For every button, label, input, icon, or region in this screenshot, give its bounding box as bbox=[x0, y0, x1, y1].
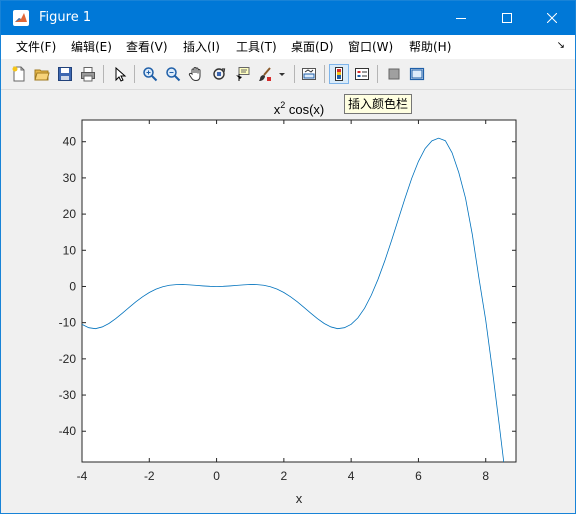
menu-file[interactable]: 文件(F) bbox=[16, 39, 56, 55]
pan-icon[interactable] bbox=[186, 64, 206, 84]
x-tick-label: -2 bbox=[144, 469, 155, 483]
zoom-in-icon[interactable] bbox=[140, 64, 160, 84]
close-button[interactable] bbox=[529, 1, 575, 35]
maximize-button[interactable] bbox=[484, 1, 530, 35]
menu-window[interactable]: 窗口(W) bbox=[348, 39, 393, 55]
brush-icon[interactable] bbox=[255, 64, 275, 84]
menu-view[interactable]: 查看(V) bbox=[126, 39, 168, 55]
title-bar[interactable]: Figure 1 bbox=[1, 1, 575, 35]
open-file-icon[interactable] bbox=[32, 64, 52, 84]
menu-desktop[interactable]: 桌面(D) bbox=[291, 39, 334, 55]
data-cursor-icon[interactable] bbox=[232, 64, 252, 84]
matlab-logo-icon bbox=[13, 10, 29, 26]
zoom-out-icon[interactable] bbox=[163, 64, 183, 84]
x-tick-label: 6 bbox=[415, 469, 422, 483]
menu-tools[interactable]: 工具(T) bbox=[236, 39, 277, 55]
save-icon[interactable] bbox=[55, 64, 75, 84]
x-tick-label: 8 bbox=[482, 469, 489, 483]
y-tick-label: 40 bbox=[63, 135, 77, 149]
y-tick-labels: 40 30 20 10 0 -10 -20 -30 -40 bbox=[59, 135, 77, 439]
pointer-icon[interactable] bbox=[109, 64, 129, 84]
hide-plot-tools-icon[interactable] bbox=[384, 64, 404, 84]
y-tick-label: 20 bbox=[63, 207, 77, 221]
menu-overflow-icon[interactable]: ↘ bbox=[557, 40, 565, 51]
toolbar bbox=[1, 59, 575, 90]
y-tick-label: -20 bbox=[59, 352, 77, 366]
x-tick-labels: -4 -2 0 2 4 6 8 bbox=[77, 469, 490, 483]
minimize-button[interactable] bbox=[438, 1, 484, 35]
menu-bar: 文件(F) 编辑(E) 查看(V) 插入(I) 工具(T) 桌面(D) 窗口(W… bbox=[1, 35, 575, 59]
insert-legend-icon[interactable] bbox=[352, 64, 372, 84]
y-tick-label: -30 bbox=[59, 388, 77, 402]
x-tick-label: 2 bbox=[281, 469, 288, 483]
menu-insert[interactable]: 插入(I) bbox=[183, 39, 220, 55]
y-tick-label: 0 bbox=[69, 279, 76, 293]
x-axis-label: x bbox=[296, 491, 303, 506]
x-tick-label: 4 bbox=[348, 469, 355, 483]
figure-window: Figure 1 文件(F) 编辑(E) 查看(V) 插入(I) 工具(T) 桌… bbox=[0, 0, 576, 514]
y-tick-label: 30 bbox=[63, 171, 77, 185]
menu-help[interactable]: 帮助(H) bbox=[409, 39, 451, 55]
minimize-icon bbox=[456, 18, 466, 19]
show-plot-tools-icon[interactable] bbox=[407, 64, 427, 84]
maximize-icon bbox=[502, 13, 512, 23]
x-tick-label: -4 bbox=[77, 469, 88, 483]
x-tick-label: 0 bbox=[213, 469, 220, 483]
window-title: Figure 1 bbox=[39, 10, 92, 25]
menu-edit[interactable]: 编辑(E) bbox=[71, 39, 112, 55]
chart-title: x2 cos(x) bbox=[274, 100, 325, 117]
brush-dropdown-icon[interactable] bbox=[277, 64, 287, 84]
insert-colorbar-icon[interactable] bbox=[329, 64, 349, 84]
axes-box[interactable] bbox=[81, 119, 517, 463]
close-icon bbox=[547, 13, 557, 23]
rotate-3d-icon[interactable] bbox=[209, 64, 229, 84]
print-icon[interactable] bbox=[78, 64, 98, 84]
y-tick-label: -40 bbox=[59, 424, 77, 438]
y-tick-label: 10 bbox=[63, 243, 77, 257]
plot-area[interactable]: -4 -2 0 2 4 6 8 403020100-10-20-30-40 x2 cos(x… bbox=[1, 89, 575, 513]
y-tick-label: -10 bbox=[59, 316, 77, 330]
link-plot-icon[interactable] bbox=[299, 64, 319, 84]
new-figure-icon[interactable] bbox=[9, 64, 29, 84]
